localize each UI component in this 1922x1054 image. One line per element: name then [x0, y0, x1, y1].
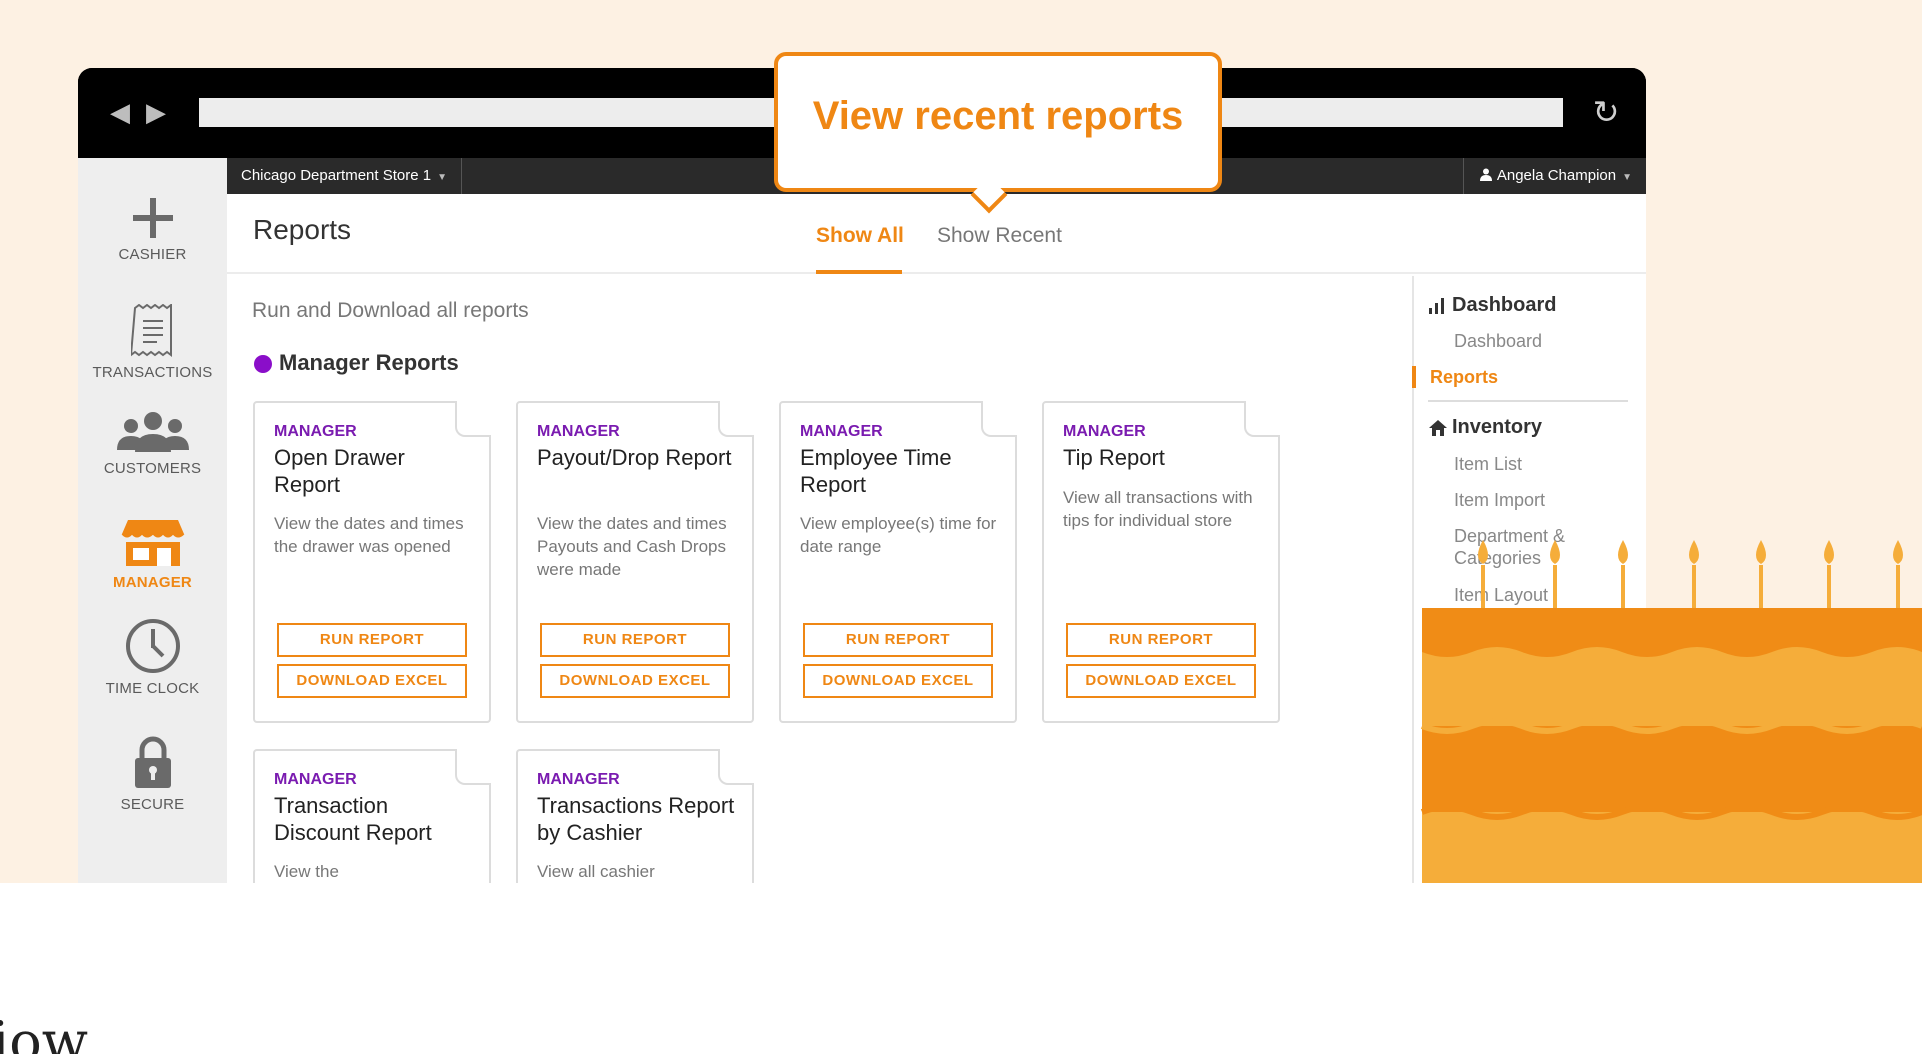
- download-excel-button[interactable]: DOWNLOAD EXCEL: [540, 664, 730, 698]
- nav-label: CASHIER: [118, 246, 187, 263]
- run-report-button[interactable]: RUN REPORT: [803, 623, 993, 657]
- page-fold-icon: [718, 401, 754, 437]
- home-icon: [1429, 420, 1447, 436]
- user-icon: [1479, 168, 1492, 181]
- callout-tooltip: View recent reports: [774, 52, 1222, 214]
- page-fold-icon: [718, 749, 754, 785]
- left-nav: CASHIER TRANSACTIONS CUSTOMERS MANAGER T…: [78, 158, 227, 883]
- page-fold-icon: [1244, 401, 1280, 437]
- lower-page-area: [0, 883, 1922, 1054]
- card-category: MANAGER: [537, 423, 620, 440]
- tab-show-all[interactable]: Show All: [816, 224, 904, 248]
- nav-item-time-clock[interactable]: TIME CLOCK: [78, 618, 227, 697]
- active-tab-indicator: [816, 270, 902, 274]
- nav-label: TIME CLOCK: [105, 680, 200, 697]
- card-description: View all transactions with tips for indi…: [1063, 488, 1253, 530]
- plus-icon: [132, 198, 173, 238]
- card-category: MANAGER: [537, 771, 620, 788]
- section-title: Manager Reports: [279, 350, 459, 375]
- chevron-down-icon: ▼: [1622, 172, 1632, 183]
- card-title: Open Drawer Report: [274, 445, 405, 497]
- sidebar-item-dashboard[interactable]: Dashboard: [1454, 330, 1542, 352]
- page-fold-icon: [455, 749, 491, 785]
- users-icon: [116, 412, 189, 452]
- page-fold-icon: [455, 401, 491, 437]
- receipt-icon: [130, 304, 172, 357]
- sidebar-heading-inventory: Inventory: [1452, 416, 1543, 438]
- chevron-down-icon: ▼: [437, 172, 448, 183]
- content-subtitle: Run and Download all reports: [252, 299, 529, 322]
- active-item-indicator: [1412, 366, 1416, 388]
- back-icon[interactable]: ◀: [110, 100, 130, 126]
- sidebar-divider: [1428, 400, 1628, 402]
- store-icon: [121, 520, 184, 566]
- sidebar-item-item-list[interactable]: Item List: [1454, 453, 1522, 475]
- nav-label: SECURE: [120, 796, 185, 813]
- report-card: MANAGER Tip Report View all transactions…: [1042, 401, 1280, 723]
- reports-content: Run and Download all reports Manager Rep…: [227, 276, 1412, 883]
- bar-chart-icon: [1429, 298, 1444, 314]
- card-title: Employee Time Report: [800, 445, 952, 497]
- page-header: Reports Show All Show Recent: [227, 194, 1646, 274]
- nav-item-customers[interactable]: CUSTOMERS: [78, 410, 227, 477]
- nav-label: CUSTOMERS: [103, 460, 202, 477]
- birthday-cake-illustration: [1420, 540, 1922, 883]
- download-excel-button[interactable]: DOWNLOAD EXCEL: [277, 664, 467, 698]
- store-name: Chicago Department Store 1: [241, 167, 432, 184]
- report-card: MANAGER Payout/Drop Report View the date…: [516, 401, 754, 723]
- reload-icon[interactable]: ↻: [1588, 94, 1624, 130]
- tooltip-text: View recent reports: [812, 94, 1184, 138]
- sidebar-item-reports[interactable]: Reports: [1430, 366, 1498, 388]
- card-description: View all cashier: [537, 862, 655, 881]
- nav-label: TRANSACTIONS: [92, 364, 213, 381]
- report-card: MANAGER Transactions Report by Cashier V…: [516, 749, 754, 883]
- run-report-button[interactable]: RUN REPORT: [540, 623, 730, 657]
- user-name: Angela Champion: [1496, 167, 1617, 184]
- download-excel-button[interactable]: DOWNLOAD EXCEL: [1066, 664, 1256, 698]
- card-description: View the: [274, 862, 339, 881]
- report-card: MANAGER Transaction Discount Report View…: [253, 749, 491, 883]
- section-dot-icon: [254, 355, 272, 373]
- report-card: MANAGER Open Drawer Report View the date…: [253, 401, 491, 723]
- nav-item-manager[interactable]: MANAGER: [78, 518, 227, 591]
- card-category: MANAGER: [800, 423, 883, 440]
- card-title: Transaction Discount Report: [274, 793, 432, 845]
- nav-item-cashier[interactable]: CASHIER: [78, 196, 227, 263]
- card-description: View the dates and times the drawer was …: [274, 514, 464, 556]
- run-report-button[interactable]: RUN REPORT: [1066, 623, 1256, 657]
- card-description: View employee(s) time for date range: [800, 514, 997, 556]
- card-category: MANAGER: [1063, 423, 1146, 440]
- sidebar-heading-dashboard: Dashboard: [1452, 294, 1557, 316]
- store-selector[interactable]: Chicago Department Store 1 ▼: [227, 158, 463, 194]
- nav-item-secure[interactable]: SECURE: [78, 736, 227, 813]
- download-excel-button[interactable]: DOWNLOAD EXCEL: [803, 664, 993, 698]
- card-title: Transactions Report by Cashier: [537, 793, 735, 845]
- nav-item-transactions[interactable]: TRANSACTIONS: [78, 304, 227, 381]
- card-title: Tip Report: [1063, 445, 1165, 470]
- tab-show-recent[interactable]: Show Recent: [937, 224, 1062, 248]
- page-title: Reports: [253, 214, 352, 245]
- report-card: MANAGER Employee Time Report View employ…: [779, 401, 1017, 723]
- run-report-button[interactable]: RUN REPORT: [277, 623, 467, 657]
- clock-icon: [125, 619, 180, 673]
- forward-icon[interactable]: ▶: [146, 100, 166, 126]
- nav-label: MANAGER: [113, 574, 192, 591]
- page-fold-icon: [981, 401, 1017, 437]
- card-category: MANAGER: [274, 771, 357, 788]
- sidebar-item-item-import[interactable]: Item Import: [1454, 489, 1545, 511]
- card-title: Payout/Drop Report: [537, 445, 732, 470]
- card-description: View the dates and times Payouts and Cas…: [537, 514, 727, 579]
- partial-heading-text: iow: [0, 1010, 89, 1054]
- lock-icon: [134, 736, 171, 788]
- card-category: MANAGER: [274, 423, 357, 440]
- user-menu[interactable]: Angela Champion ▼: [1462, 158, 1646, 194]
